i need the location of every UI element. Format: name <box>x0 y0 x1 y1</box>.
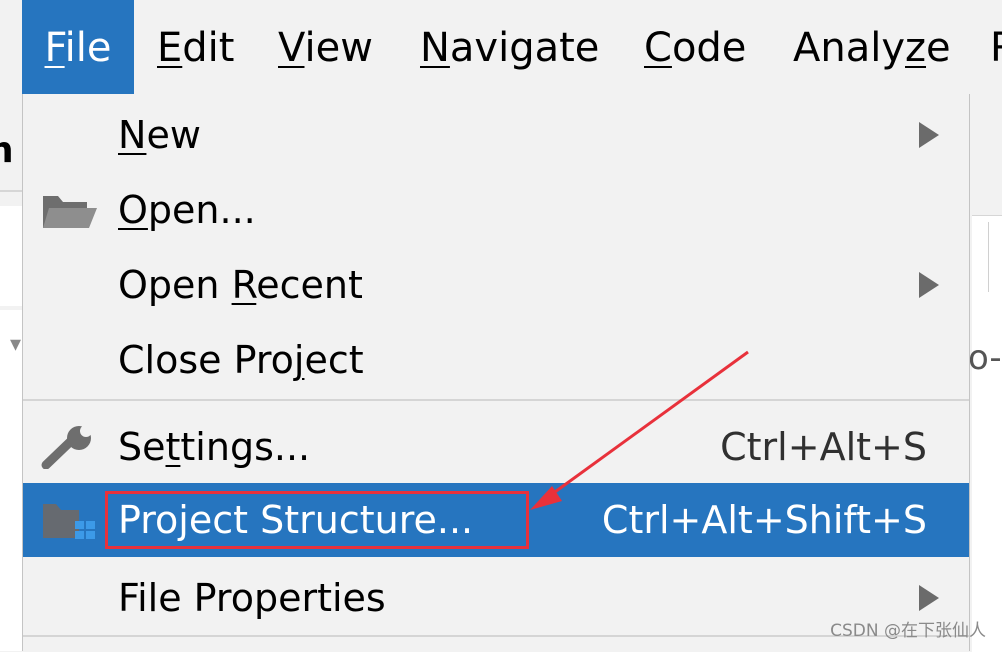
menu-navigate[interactable]: Navigate <box>420 0 599 94</box>
menu-item-file-properties[interactable]: File Properties <box>23 561 969 635</box>
menu-item-close-project[interactable]: Close Project <box>23 323 969 397</box>
menu-separator <box>23 399 969 401</box>
menu-edit[interactable]: Edit <box>157 0 234 94</box>
menu-item-label: Close Project <box>118 338 364 382</box>
left-panel-partial-text: h <box>0 130 14 171</box>
submenu-arrow-icon <box>919 272 939 298</box>
mnemonic: z <box>905 25 927 71</box>
mnemonic: j <box>293 338 305 382</box>
menu-item-open-recent[interactable]: Open Recent <box>23 248 969 322</box>
menu-item-label: Open... <box>118 188 256 232</box>
editor-partial-text: o- <box>968 338 1002 378</box>
watermark: CSDN @在下张仙人 <box>830 621 986 641</box>
menu-bar: File Edit View Navigate Code Analyze R <box>0 0 1002 94</box>
menu-separator <box>23 635 969 637</box>
menu-item-label: New <box>118 113 201 157</box>
editor-tab-edge[interactable] <box>988 222 1002 292</box>
menu-item-label: Project Structure... <box>118 498 474 542</box>
menu-refactor-partial[interactable]: R <box>990 0 1002 94</box>
folder-open-icon <box>43 196 97 228</box>
menu-file[interactable]: File <box>22 0 134 94</box>
mnemonic: N <box>118 113 147 157</box>
project-tree-area <box>0 310 24 651</box>
shortcut-label: Ctrl+Alt+S <box>720 425 927 469</box>
menu-item-open[interactable]: Open... <box>23 173 969 247</box>
menu-analyze[interactable]: Analyze <box>793 0 951 94</box>
mnemonic: C <box>644 25 672 71</box>
wrench-icon <box>41 425 92 469</box>
menu-item-label: Open Recent <box>118 263 363 307</box>
menu-item-new[interactable]: New <box>23 98 969 172</box>
menu-item-project-structure[interactable]: Project Structure... Ctrl+Alt+Shift+S <box>23 483 969 557</box>
mnemonic: N <box>420 25 450 71</box>
menu-code[interactable]: Code <box>644 0 746 94</box>
submenu-arrow-icon <box>919 122 939 148</box>
menu-item-settings[interactable]: Settings... Ctrl+Alt+S <box>23 410 969 484</box>
menu-view[interactable]: View <box>278 0 373 94</box>
tree-expand-icon[interactable]: ▾ <box>10 332 21 357</box>
menu-item-label: Settings... <box>118 425 311 469</box>
file-menu-dropdown: New Open... Open Recent Close Project Se… <box>22 94 970 651</box>
mnemonic: O <box>118 188 148 232</box>
mnemonic: R <box>231 263 257 307</box>
mnemonic: V <box>278 25 305 71</box>
submenu-arrow-icon <box>919 585 939 611</box>
project-structure-icon <box>43 504 95 539</box>
shortcut-label: Ctrl+Alt+Shift+S <box>601 498 927 542</box>
menu-item-label: File Properties <box>118 576 386 620</box>
mnemonic: E <box>157 25 183 71</box>
mnemonic: t <box>165 425 181 469</box>
mnemonic: F <box>44 25 65 71</box>
left-panel-divider <box>0 190 24 192</box>
